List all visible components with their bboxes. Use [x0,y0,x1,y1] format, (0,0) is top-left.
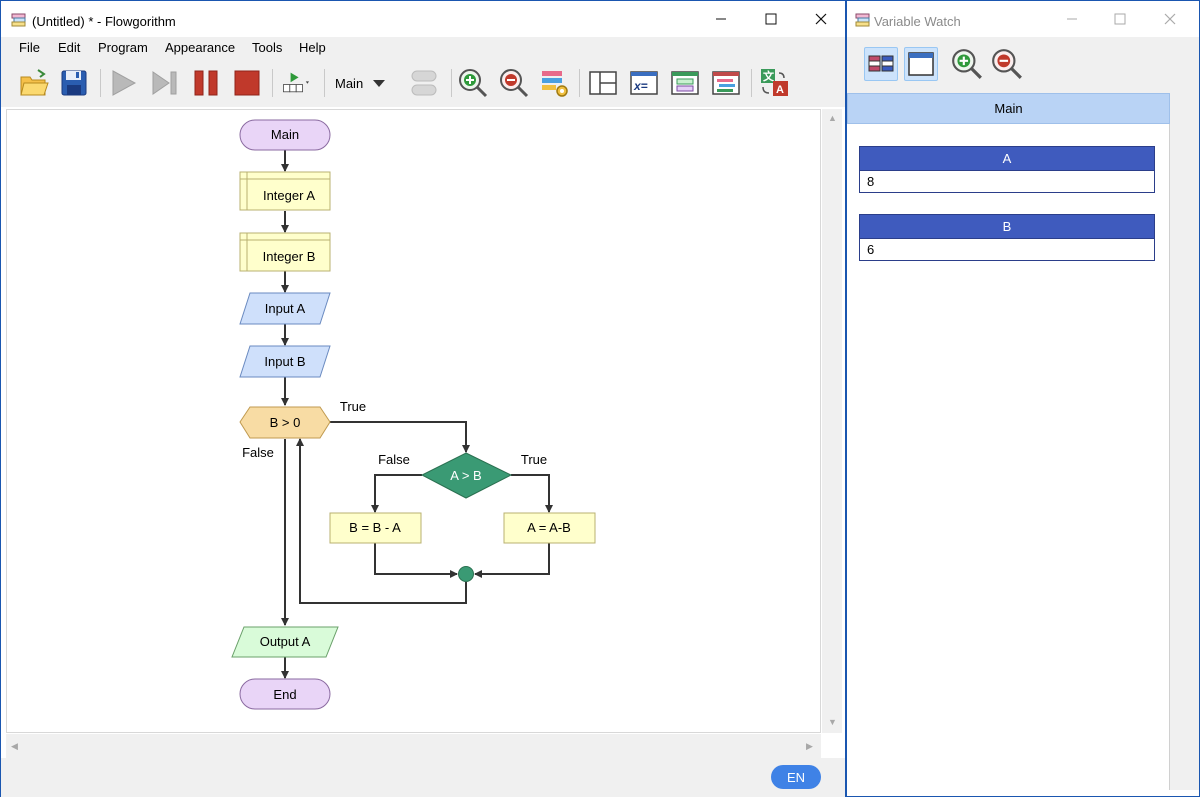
zoom-in-icon[interactable] [457,67,489,99]
toolbar-separator [451,69,452,97]
toolbar-separator [272,69,273,97]
declare-b-label: Integer B [263,249,316,264]
toolbar-separator [751,69,752,97]
watch-minimize-button[interactable] [1047,1,1097,37]
maximize-icon [765,13,777,25]
translate-icon[interactable]: 文 A [759,67,791,99]
scroll-left-icon[interactable]: ◀ [11,741,18,752]
status-bar: EN [1,758,845,797]
style-settings-icon[interactable] [539,67,571,99]
merge-node [458,566,474,582]
chevron-down-icon[interactable] [371,75,387,91]
variable-value: 6 [860,238,1154,260]
pause-icon[interactable] [190,67,222,99]
variable-card: A 8 [859,146,1155,193]
scope-header: Main [847,93,1170,124]
maximize-button[interactable] [746,1,796,37]
flowgorithm-window: (Untitled) * - Flowgorithm File Edit Pro… [0,0,846,797]
menu-edit[interactable]: Edit [58,40,80,55]
watch-toolbar [847,37,1170,93]
watch-window-title: Variable Watch [874,14,961,29]
console-icon[interactable] [669,67,701,99]
if-false-label: False [378,452,410,467]
zoom-out-icon[interactable] [498,67,530,99]
scroll-up-icon[interactable]: ▲ [828,113,837,123]
watch-zoom-in-icon[interactable] [950,47,984,81]
save-icon[interactable] [58,67,90,99]
end-label: End [273,687,296,702]
function-select[interactable]: Main [335,76,363,91]
variable-watch-window: Variable Watch Main A 8 B 6 [846,0,1200,797]
table-view-button[interactable] [864,47,898,81]
step-icon[interactable] [149,67,181,99]
toolbar-separator [324,69,325,97]
vertical-scrollbar[interactable]: ▲ ▼ [822,109,842,733]
window-title: (Untitled) * - Flowgorithm [32,14,176,29]
window-view-button[interactable] [904,47,938,81]
close-icon [1164,13,1176,25]
minimize-button[interactable] [696,1,746,37]
menu-program[interactable]: Program [98,40,148,55]
declare-a-label: Integer A [263,188,315,203]
flowchart: Main Integer A Integer B Input A Input B [231,119,596,710]
variable-value: 8 [860,170,1154,192]
if-condition-label: A > B [450,468,481,483]
layout-toggle-icon[interactable] [408,67,440,99]
menu-help[interactable]: Help [299,40,326,55]
watch-scrollbar[interactable] [1170,37,1199,790]
horizontal-scrollbar[interactable]: ◀ ▶ [6,734,821,758]
svg-text:A: A [776,84,784,96]
assign-false-label: B = B - A [349,520,401,535]
svg-text:x=: x= [633,79,648,93]
menu-appearance[interactable]: Appearance [165,40,235,55]
toolbar: Main x= 文 A [1,59,845,107]
code-view-icon[interactable] [710,67,742,99]
watch-close-button[interactable] [1145,1,1195,37]
menu-bar: File Edit Program Appearance Tools Help [1,37,845,59]
close-icon [815,13,827,25]
toolbar-separator [579,69,580,97]
toolbar-separator [100,69,101,97]
maximize-icon [1114,13,1126,25]
input-a-label: Input A [265,301,306,316]
variable-name: B [860,215,1154,238]
language-button[interactable]: EN [771,765,821,789]
title-bar: (Untitled) * - Flowgorithm [1,1,845,37]
watch-maximize-button[interactable] [1095,1,1145,37]
close-button[interactable] [796,1,846,37]
output-label: Output A [260,634,311,649]
stop-icon[interactable] [231,67,263,99]
minimize-icon [1067,18,1077,20]
variable-name: A [860,147,1154,170]
flowchart-canvas[interactable]: Main Integer A Integer B Input A Input B [6,109,821,733]
minimize-icon [716,18,726,20]
loop-false-label: False [242,445,274,460]
app-icon [855,13,870,27]
assign-true-label: A = A-B [527,520,571,535]
scroll-right-icon[interactable]: ▶ [806,741,813,752]
if-true-label: True [521,452,547,467]
run-icon[interactable] [107,67,139,99]
loop-condition-label: B > 0 [270,415,301,430]
watch-panel: Main A 8 B 6 [847,93,1170,790]
open-folder-icon[interactable] [18,67,50,99]
svg-text:文: 文 [763,69,775,83]
app-icon [11,13,26,27]
input-b-label: Input B [264,354,305,369]
window-view-icon [908,52,934,76]
variable-watch-icon[interactable]: x= [628,67,660,99]
start-label: Main [271,127,299,142]
scroll-down-icon[interactable]: ▼ [828,717,837,727]
loop-true-label: True [340,399,366,414]
watch-zoom-out-icon[interactable] [990,47,1024,81]
run-speed-icon[interactable] [281,67,313,99]
table-view-icon [868,55,894,72]
variable-card: B 6 [859,214,1155,261]
layout-view-icon[interactable] [587,67,619,99]
menu-file[interactable]: File [19,40,40,55]
menu-tools[interactable]: Tools [252,40,282,55]
